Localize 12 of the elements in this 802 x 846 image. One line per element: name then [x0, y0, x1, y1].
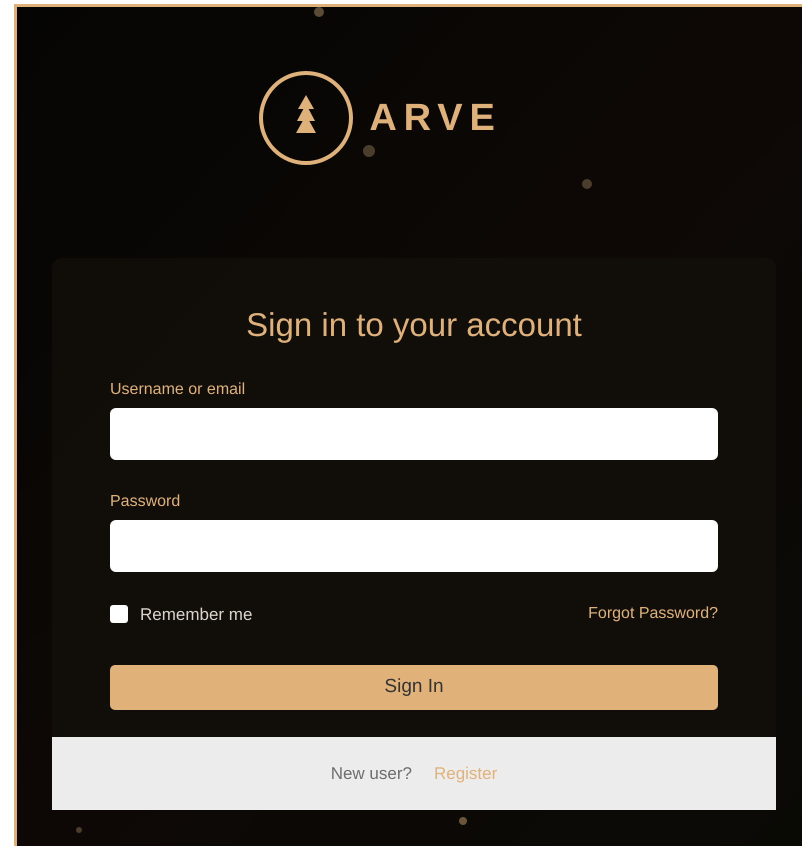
field-label: Username or email: [110, 380, 246, 400]
logo-wordmark: ARVE: [369, 96, 502, 140]
forgot-password-link[interactable]: Forgot Password?: [588, 602, 718, 626]
remember-label: Remember me: [140, 604, 252, 626]
input-field[interactable]: [110, 408, 718, 460]
remember-checkbox[interactable]: [110, 605, 128, 624]
field-label: Password: [110, 492, 182, 512]
input-field[interactable]: [110, 520, 718, 572]
form-title: Sign in to your account: [245, 305, 583, 345]
tree-logo-icon: [257, 69, 356, 167]
sign-in-button[interactable]: Sign In: [110, 665, 718, 710]
new-user-text: New user?: [330, 762, 412, 785]
